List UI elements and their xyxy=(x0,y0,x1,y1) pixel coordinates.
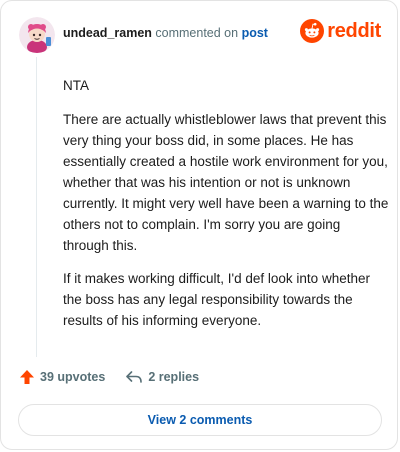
thread-line xyxy=(36,57,37,357)
commented-on-label: commented on xyxy=(155,26,239,40)
reddit-snoo-icon xyxy=(300,19,325,43)
comment-card: undead_ramen commented on post reddit NT… xyxy=(0,0,398,450)
reddit-wordmark: reddit xyxy=(327,19,381,42)
reply-arrow-icon xyxy=(126,371,143,383)
avatar-illustration-icon xyxy=(19,17,55,53)
username-link[interactable]: undead_ramen xyxy=(63,26,152,40)
reply-count: 2 replies xyxy=(148,370,200,384)
comment-paragraph: NTA xyxy=(63,78,89,93)
comment-body: NTA There are actually whistleblower law… xyxy=(63,75,389,343)
upvote-arrow-icon xyxy=(20,370,34,384)
user-avatar[interactable] xyxy=(19,17,55,53)
comment-actions: 39 upvotes 2 replies xyxy=(19,369,199,385)
upvote-count: 39 upvotes xyxy=(40,370,106,384)
upvote-button[interactable]: 39 upvotes xyxy=(19,369,105,385)
comment-meta: undead_ramen commented on post xyxy=(63,26,268,40)
comment-header: undead_ramen commented on post reddit xyxy=(19,15,381,55)
comment-paragraph: There are actually whistleblower laws th… xyxy=(63,112,389,253)
view-comments-button[interactable]: View 2 comments xyxy=(18,404,382,436)
reddit-logo[interactable]: reddit xyxy=(300,19,381,43)
replies-button[interactable]: 2 replies xyxy=(125,369,199,385)
post-link[interactable]: post xyxy=(242,26,268,40)
comment-paragraph: If it makes working difficult, I'd def l… xyxy=(63,271,370,328)
